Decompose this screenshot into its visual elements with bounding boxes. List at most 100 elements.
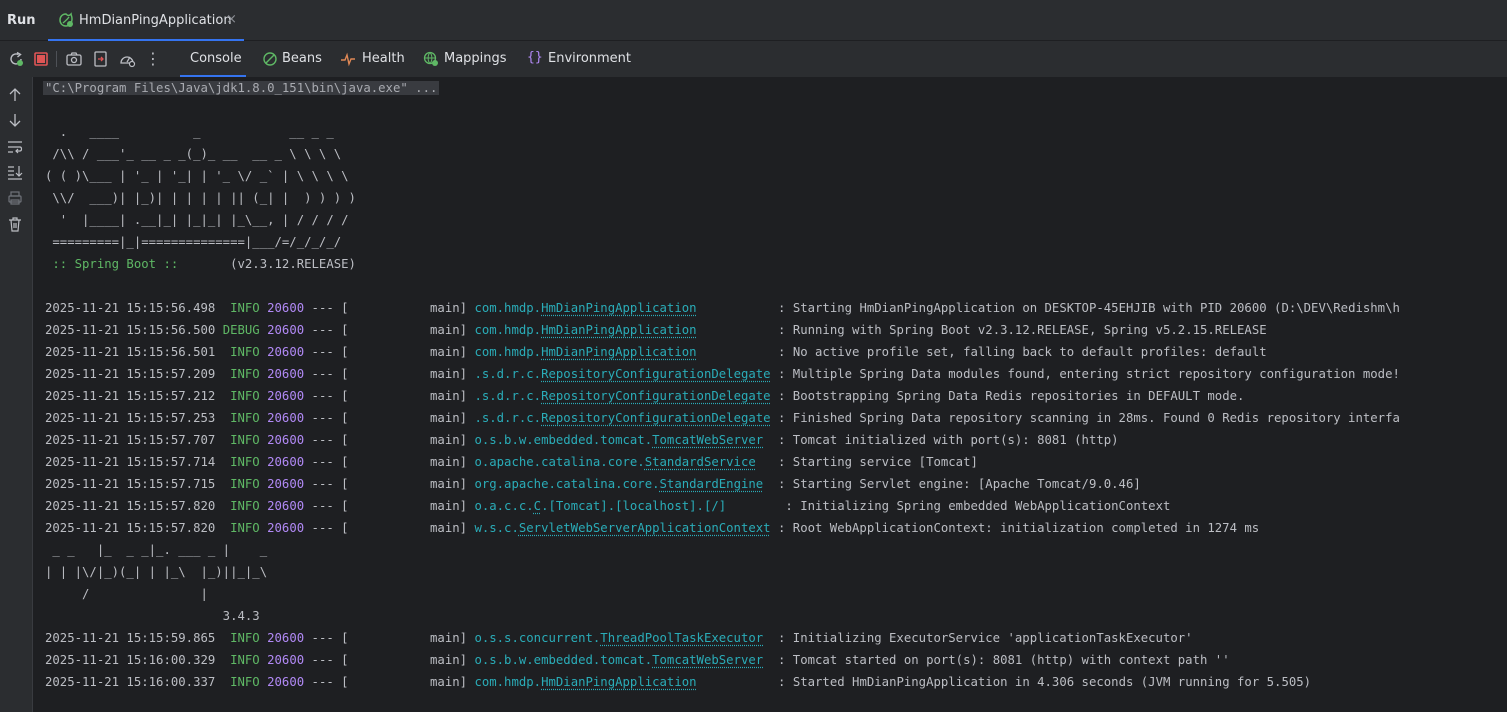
console-output[interactable]: "C:\Program Files\Java\jdk1.8.0_151\bin\… [34, 77, 1507, 712]
tab-console[interactable]: Console [180, 41, 246, 77]
mybatis-banner-line: _ _ |_ _ _|_. ___ _ | _ [45, 543, 268, 557]
run-tab-hmdianpingapplication[interactable]: HmDianPingApplication × [48, 0, 244, 41]
profiler-icon[interactable] [118, 50, 136, 68]
log-thread: --- [ main] [304, 455, 475, 469]
tab-health-label: Health [362, 51, 405, 66]
log-timestamp: 2025-11-21 15:16:00.337 [45, 675, 216, 689]
log-pid: 20600 [267, 675, 305, 689]
log-pid: 20600 [267, 631, 305, 645]
log-timestamp: 2025-11-21 15:16:00.329 [45, 653, 216, 667]
log-level: INFO [222, 389, 260, 403]
log-thread: --- [ main] [304, 411, 475, 425]
beans-icon [262, 51, 278, 71]
run-tab-label: HmDianPingApplication [79, 13, 232, 28]
log-message: : No active profile set, falling back to… [770, 345, 1267, 359]
log-pid: 20600 [267, 301, 305, 315]
scroll-to-end-icon[interactable] [6, 163, 24, 181]
log-logger-class-link[interactable]: StandardService [645, 455, 756, 469]
scroll-up-icon[interactable] [6, 86, 24, 104]
clear-all-icon[interactable] [6, 215, 24, 233]
log-logger-package: .s.d.r.c. [474, 411, 542, 425]
log-logger-class-link[interactable]: HmDianPingApplication [541, 345, 696, 359]
log-thread: --- [ main] [304, 301, 475, 315]
run-label: Run [7, 13, 36, 28]
tab-environment[interactable]: {} Environment [527, 41, 631, 77]
log-logger-class-link[interactable]: TomcatWebServer [652, 653, 763, 667]
stop-icon[interactable] [32, 50, 50, 68]
log-message: : Bootstrapping Spring Data Redis reposi… [770, 389, 1245, 403]
log-level: INFO [222, 521, 260, 535]
log-pad [697, 301, 771, 315]
log-line: 2025-11-21 15:15:57.715 INFO 20600 --- [… [45, 473, 1141, 495]
log-level: INFO [222, 433, 260, 447]
log-message: : Tomcat initialized with port(s): 8081 … [770, 433, 1119, 447]
environment-icon: {} [527, 50, 543, 65]
tab-environment-label: Environment [548, 51, 632, 66]
tab-beans[interactable]: Beans [262, 41, 324, 77]
tab-mappings[interactable]: Mappings [423, 41, 509, 77]
log-logger-package: .s.d.r.c. [474, 389, 542, 403]
log-pid: 20600 [267, 455, 305, 469]
log-timestamp: 2025-11-21 15:15:57.707 [45, 433, 216, 447]
log-line: 2025-11-21 15:15:56.501 INFO 20600 --- [… [45, 341, 1267, 363]
log-pid: 20600 [267, 323, 305, 337]
log-logger-class-link[interactable]: RepositoryConfigurationDelegate [541, 389, 771, 403]
log-timestamp: 2025-11-21 15:15:59.865 [45, 631, 216, 645]
banner-line: ' |____| .__|_| |_|_| |_\__, | / / / / [45, 213, 349, 227]
tab-console-label: Console [190, 51, 242, 66]
log-level: INFO [222, 345, 260, 359]
log-thread: --- [ main] [304, 653, 475, 667]
log-level: INFO [222, 367, 260, 381]
log-logger-class-link[interactable]: ServletWebServerApplicationContext [519, 521, 771, 535]
print-icon[interactable] [6, 189, 24, 207]
close-tab-icon[interactable]: × [226, 12, 237, 27]
log-logger-class-link[interactable]: ThreadPoolTaskExecutor [600, 631, 763, 645]
rerun-icon[interactable] [7, 50, 25, 68]
camera-icon[interactable] [65, 50, 83, 68]
log-timestamp: 2025-11-21 15:15:57.714 [45, 455, 216, 469]
log-message: : Starting service [Tomcat] [770, 455, 978, 469]
log-timestamp: 2025-11-21 15:15:57.212 [45, 389, 216, 403]
more-options-icon[interactable]: ⋮ [145, 49, 163, 68]
log-message: : Started HmDianPingApplication in 4.306… [770, 675, 1312, 689]
log-line: 2025-11-21 15:15:56.500 DEBUG 20600 --- … [45, 319, 1267, 341]
spring-boot-icon [58, 12, 74, 32]
log-logger-class-link[interactable]: HmDianPingApplication [541, 301, 696, 315]
log-logger-class-link[interactable]: StandardEngine [660, 477, 764, 491]
log-thread: --- [ main] [304, 631, 475, 645]
banner-line: . ____ _ __ _ _ [45, 125, 334, 139]
log-logger-package: com.hmdp. [474, 345, 542, 359]
log-logger-package: com.hmdp. [474, 675, 542, 689]
log-logger-package: .s.d.r.c. [474, 367, 542, 381]
console-side-toolbar [0, 77, 33, 712]
tab-health[interactable]: Health [340, 41, 406, 77]
log-timestamp: 2025-11-21 15:15:57.715 [45, 477, 216, 491]
log-pid: 20600 [267, 389, 305, 403]
log-line: 2025-11-21 15:16:00.329 INFO 20600 --- [… [45, 649, 1230, 671]
log-line: 2025-11-21 15:15:57.253 INFO 20600 --- [… [45, 407, 1400, 429]
log-pid: 20600 [267, 521, 305, 535]
log-message: : Initializing Spring embedded WebApplic… [778, 499, 1171, 513]
log-logger-package: o.s.b.w.embedded.tomcat. [474, 433, 653, 447]
log-pad [763, 477, 770, 491]
log-logger-class-link[interactable]: C [534, 499, 541, 513]
restore-layout-icon[interactable] [92, 50, 110, 68]
log-logger-class-link[interactable]: TomcatWebServer [652, 433, 763, 447]
log-logger-class-link[interactable]: HmDianPingApplication [541, 323, 696, 337]
tab-mappings-label: Mappings [444, 51, 507, 66]
log-line: 2025-11-21 15:15:57.209 INFO 20600 --- [… [45, 363, 1400, 385]
log-pad [756, 455, 771, 469]
log-thread: --- [ main] [304, 521, 475, 535]
log-logger-class-link[interactable]: HmDianPingApplication [541, 675, 696, 689]
log-logger-class-link[interactable]: RepositoryConfigurationDelegate [541, 367, 771, 381]
soft-wrap-icon[interactable] [6, 138, 24, 156]
log-pad [763, 433, 770, 447]
log-logger-package: com.hmdp. [474, 301, 542, 315]
log-logger-class-link[interactable]: RepositoryConfigurationDelegate [541, 411, 771, 425]
mybatis-banner-line: 3.4.3 [45, 609, 260, 623]
tab-beans-label: Beans [282, 51, 322, 66]
scroll-down-icon[interactable] [6, 111, 24, 129]
command-line: "C:\Program Files\Java\jdk1.8.0_151\bin\… [43, 81, 440, 95]
log-timestamp: 2025-11-21 15:15:56.498 [45, 301, 216, 315]
log-pad [697, 345, 771, 359]
